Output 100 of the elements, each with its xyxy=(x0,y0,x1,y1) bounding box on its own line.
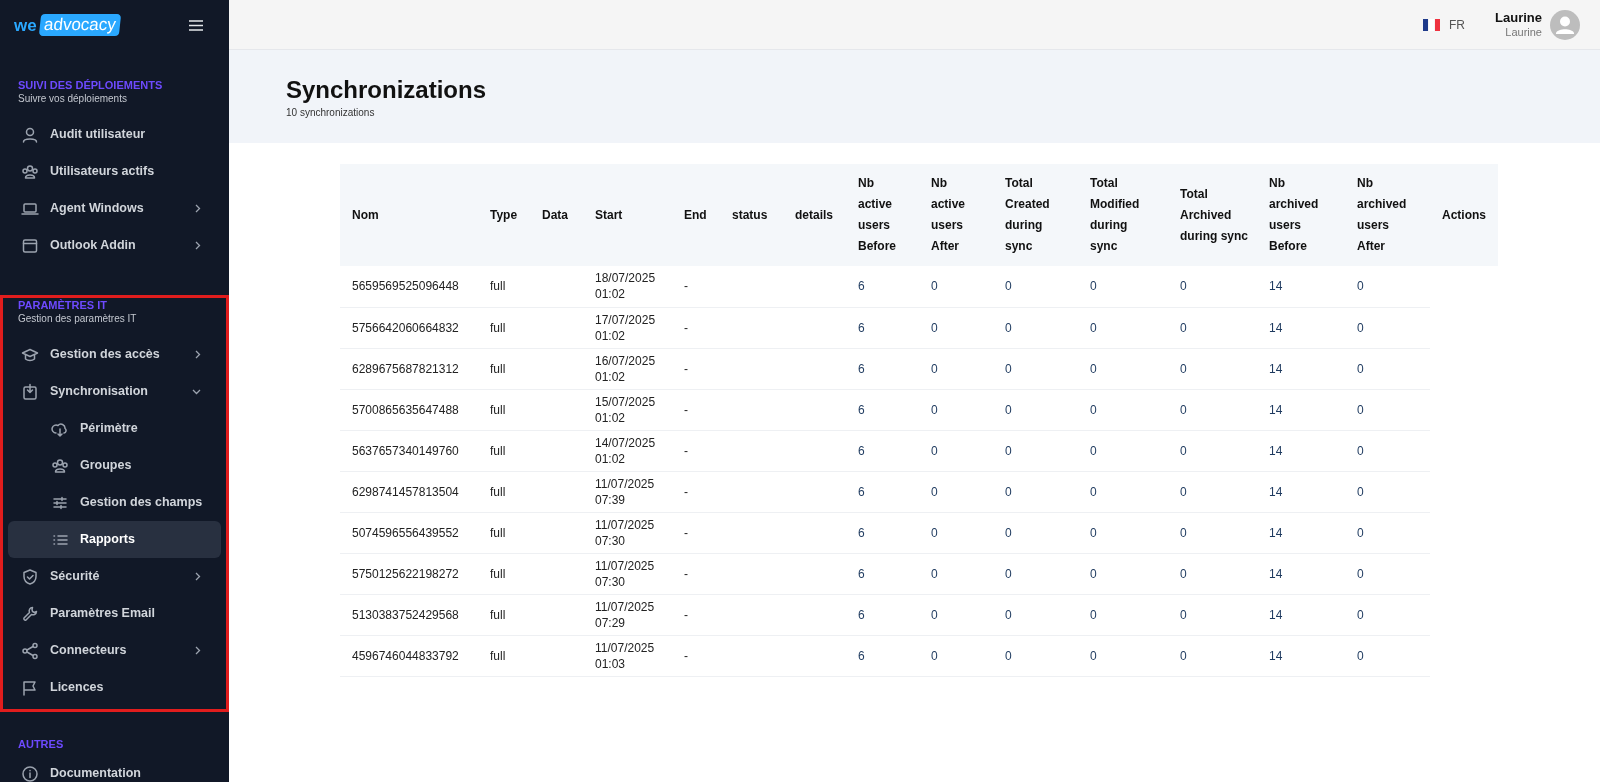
nav-item[interactable]: Outlook Addin xyxy=(8,227,221,264)
chevron-right-icon[interactable] xyxy=(195,572,201,581)
column-header: status xyxy=(720,164,783,266)
table-cell: full xyxy=(490,279,506,294)
table-cell: 5074596556439552 xyxy=(352,525,459,540)
table-cell: 6 xyxy=(858,279,865,294)
page-title: Synchronizations xyxy=(286,75,488,105)
table-cell: 0 xyxy=(1005,320,1012,335)
section-subtitle: Gestion des paramètres IT xyxy=(17,312,138,326)
table-cell: 0 xyxy=(1180,402,1187,417)
table-cell: 0 xyxy=(1180,320,1187,335)
language-label[interactable]: FR xyxy=(1449,15,1466,34)
nav-item[interactable]: Synchronisation xyxy=(8,373,221,410)
table-cell: full xyxy=(490,566,506,581)
table-cell: 6 xyxy=(858,361,865,376)
table-cell: 0 xyxy=(1090,484,1097,499)
nav-item[interactable]: Groupes xyxy=(8,447,221,484)
table-cell: - xyxy=(684,402,688,417)
nav-item[interactable]: Gestion des accès xyxy=(8,336,221,373)
table-cell: 0 xyxy=(1090,361,1097,376)
nav-item[interactable]: Connecteurs xyxy=(8,632,221,669)
table-cell: - xyxy=(684,279,688,294)
table-cell: 0 xyxy=(1005,279,1012,294)
table-cell: - xyxy=(684,566,688,581)
table-cell: 6 xyxy=(858,648,865,663)
table-cell: 0 xyxy=(1180,566,1187,581)
nav-item[interactable]: Rapports xyxy=(8,521,221,558)
table-cell: 6 xyxy=(858,525,865,540)
column-header: Nb active users Before xyxy=(846,164,919,266)
table-cell: 0 xyxy=(1357,566,1364,581)
table-cell: 0 xyxy=(1180,443,1187,458)
table-cell: - xyxy=(684,484,688,499)
table-cell: - xyxy=(684,648,688,663)
users-icon xyxy=(21,162,39,181)
nav-item[interactable]: Gestion des champs xyxy=(8,484,221,521)
table-cell: - xyxy=(684,361,688,376)
table-cell-text: 11/07/2025 07:39 xyxy=(595,475,656,508)
nav-item[interactable]: Audit utilisateur xyxy=(8,116,221,153)
table-cell: full xyxy=(490,402,506,417)
page-subtitle: 10 synchronizations xyxy=(286,106,376,120)
table-cell: full xyxy=(490,484,506,499)
column-header: End xyxy=(672,164,720,266)
table-cell: 0 xyxy=(1090,607,1097,622)
table-cell: 0 xyxy=(931,402,938,417)
table-cell: 6 xyxy=(858,402,865,417)
nav-item[interactable]: Agent Windows xyxy=(8,190,221,227)
nav-item[interactable]: Utilisateurs actifs xyxy=(8,153,221,190)
table-cell: 0 xyxy=(1357,484,1364,499)
nav-item[interactable]: Sécurité xyxy=(8,558,221,595)
table-cell: 0 xyxy=(931,361,938,376)
table-cell: 14 xyxy=(1269,566,1283,581)
chevron-right-icon[interactable] xyxy=(195,241,201,250)
menu-icon[interactable] xyxy=(189,19,203,31)
table-cell-text: 11/07/2025 07:29 xyxy=(595,598,656,631)
table-cell: 0 xyxy=(1180,279,1187,294)
table-cell: 0 xyxy=(1090,279,1097,294)
user-name: Laurine xyxy=(1495,9,1542,26)
nav-item[interactable]: Paramètres Email xyxy=(8,595,221,632)
table-cell: - xyxy=(684,320,688,335)
table-cell: 14 xyxy=(1269,607,1283,622)
table-cell: 0 xyxy=(1090,525,1097,540)
window-icon xyxy=(21,236,39,255)
table-cell: 4596746044833792 xyxy=(352,648,459,663)
table-cell: - xyxy=(684,525,688,540)
table-cell-text: 15/07/2025 01:02 xyxy=(595,393,657,426)
table-cell: 0 xyxy=(1090,648,1097,663)
table-cell: 0 xyxy=(931,320,938,335)
table-cell: 6 xyxy=(858,320,865,335)
table-cell-text: 11/07/2025 07:30 xyxy=(595,557,656,590)
nav-item[interactable]: Documentation xyxy=(8,755,221,782)
flag-icon xyxy=(21,678,39,697)
section-title: PARAMÈTRES IT xyxy=(17,298,109,312)
chevron-down-icon[interactable] xyxy=(192,388,201,395)
table-cell: 0 xyxy=(1005,566,1012,581)
table-cell: 0 xyxy=(1090,402,1097,417)
table-cell: 5659569525096448 xyxy=(352,279,459,294)
nav-item[interactable]: Licences xyxy=(8,669,221,706)
table-cell: 0 xyxy=(1180,361,1187,376)
table-cell: 0 xyxy=(1005,361,1012,376)
table-cell: 0 xyxy=(931,443,938,458)
column-header: Nb active users After xyxy=(919,164,993,266)
chevron-right-icon[interactable] xyxy=(195,350,201,359)
table-cell: 14 xyxy=(1269,402,1283,417)
chevron-right-icon[interactable] xyxy=(195,646,201,655)
shield-check-icon xyxy=(21,567,39,586)
table-cell-text: 14/07/2025 01:02 xyxy=(595,434,657,467)
table-cell: 6298741457813504 xyxy=(352,484,459,499)
table-cell: 5637657340149760 xyxy=(352,443,459,458)
table-cell-text: 11/07/2025 07:30 xyxy=(595,516,656,549)
table-cell: full xyxy=(490,648,506,663)
table-cell: 14 xyxy=(1269,484,1283,499)
nav-item[interactable]: Périmètre xyxy=(8,410,221,447)
table-cell: 14 xyxy=(1269,648,1283,663)
table-cell: 0 xyxy=(1180,648,1187,663)
table-cell: 0 xyxy=(1357,361,1364,376)
table-cell: 0 xyxy=(1090,566,1097,581)
column-header: details xyxy=(783,164,846,266)
chevron-right-icon[interactable] xyxy=(195,204,201,213)
table-cell: 5700865635647488 xyxy=(352,402,459,417)
table-cell: 6 xyxy=(858,607,865,622)
